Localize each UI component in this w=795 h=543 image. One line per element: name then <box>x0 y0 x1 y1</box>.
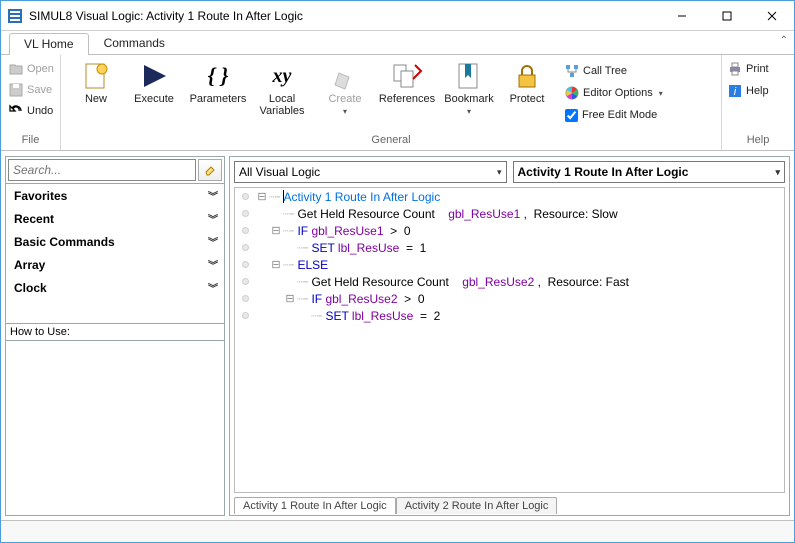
bookmark-button[interactable]: Bookmark▾ <box>440 57 498 117</box>
execute-button[interactable]: Execute <box>125 57 183 105</box>
category-clock[interactable]: Clock︾ <box>6 276 224 299</box>
statusbar <box>1 520 794 542</box>
how-to-use-header: How to Use: <box>6 324 224 341</box>
print-button[interactable]: Print <box>728 59 769 79</box>
chevron-down-icon: ▾ <box>497 167 502 178</box>
titlebar: SIMUL8 Visual Logic: Activity 1 Route In… <box>1 1 794 31</box>
code-editor[interactable]: ⊟┈╴Activity 1 Route In After Logic ┈╴Get… <box>234 187 785 493</box>
undo-button[interactable]: Undo <box>7 101 55 121</box>
logic-combo[interactable]: Activity 1 Route In After Logic ▾ <box>513 161 786 183</box>
editor-panel: All Visual Logic ▾ Activity 1 Route In A… <box>229 156 790 516</box>
collapse-icon[interactable]: ⊟ <box>283 292 297 305</box>
references-button[interactable]: References <box>374 57 440 105</box>
parameters-button[interactable]: { } Parameters <box>183 57 253 105</box>
app-window: SIMUL8 Visual Logic: Activity 1 Route In… <box>0 0 795 543</box>
protect-button[interactable]: Protect <box>498 57 556 105</box>
eraser-icon <box>203 163 217 177</box>
expand-icon: ︾ <box>208 280 216 295</box>
save-button[interactable]: Save <box>7 80 54 100</box>
left-panel: Favorites︾ Recent︾ Basic Commands︾ Array… <box>5 156 225 516</box>
category-list[interactable]: Favorites︾ Recent︾ Basic Commands︾ Array… <box>6 184 224 324</box>
braces-icon: { } <box>202 61 234 91</box>
collapse-icon[interactable]: ⊟ <box>269 258 283 271</box>
chevron-down-icon: ▾ <box>343 107 347 116</box>
ribbon-collapse-icon[interactable]: ⌃ <box>780 35 788 46</box>
info-icon: i <box>728 84 742 98</box>
help-button[interactable]: i Help <box>728 81 769 101</box>
chevron-down-icon: ▾ <box>467 107 471 116</box>
chevron-down-icon: ▾ <box>659 89 663 98</box>
ribbon: Open Save Undo File New <box>1 55 794 151</box>
group-caption-help: Help <box>722 134 794 150</box>
open-button[interactable]: Open <box>7 59 56 79</box>
code-header: Activity 1 Route In After Logic <box>283 190 440 204</box>
ribbon-group-file: Open Save Undo File <box>1 55 61 150</box>
collapse-icon[interactable]: ⊟ <box>269 224 283 237</box>
maximize-button[interactable] <box>704 1 749 30</box>
play-icon <box>138 61 170 91</box>
chevron-down-icon: ▾ <box>775 167 780 178</box>
bookmark-icon <box>453 61 485 91</box>
expand-icon: ︾ <box>208 188 216 203</box>
undo-icon <box>9 104 23 118</box>
main-area: Favorites︾ Recent︾ Basic Commands︾ Array… <box>1 151 794 520</box>
window-title: SIMUL8 Visual Logic: Activity 1 Route In… <box>29 9 659 23</box>
group-caption-file: File <box>1 134 60 150</box>
xy-icon: xy <box>266 61 298 91</box>
create-button[interactable]: Create▾ <box>316 57 374 117</box>
category-recent[interactable]: Recent︾ <box>6 207 224 230</box>
local-variables-button[interactable]: xy Local Variables <box>253 57 311 117</box>
expand-icon: ︾ <box>208 234 216 249</box>
collapse-icon[interactable]: ⊟ <box>255 190 269 203</box>
pencil-icon <box>329 61 361 91</box>
scope-combo[interactable]: All Visual Logic ▾ <box>234 161 507 183</box>
editor-options-column: Call Tree Editor Options ▾ Free Edit Mod… <box>561 57 669 125</box>
search-clear-button[interactable] <box>198 159 222 181</box>
color-wheel-icon <box>565 86 579 100</box>
search-input[interactable] <box>8 159 196 181</box>
minimize-button[interactable] <box>659 1 704 30</box>
group-caption-general: General <box>61 134 721 150</box>
new-button[interactable]: New <box>67 57 125 105</box>
tree-icon <box>565 64 579 78</box>
category-favorites[interactable]: Favorites︾ <box>6 184 224 207</box>
printer-icon <box>728 62 742 76</box>
expand-icon: ︾ <box>208 211 216 226</box>
tab-vl-home[interactable]: VL Home <box>9 33 89 55</box>
close-button[interactable] <box>749 1 794 30</box>
app-icon <box>7 8 23 24</box>
expand-icon: ︾ <box>208 257 216 272</box>
editor-tab-activity-2[interactable]: Activity 2 Route In After Logic <box>396 497 558 514</box>
new-doc-icon <box>80 61 112 91</box>
save-icon <box>9 83 23 97</box>
editor-bottom-tabs: Activity 1 Route In After Logic Activity… <box>230 493 789 515</box>
search-row <box>6 157 224 184</box>
editor-tab-activity-1[interactable]: Activity 1 Route In After Logic <box>234 497 396 514</box>
references-icon <box>391 61 423 91</box>
ribbon-group-general: New Execute { } Parameters xy Local Vari… <box>61 55 722 150</box>
combo-row: All Visual Logic ▾ Activity 1 Route In A… <box>230 157 789 187</box>
category-array[interactable]: Array︾ <box>6 253 224 276</box>
free-edit-mode-checkbox[interactable]: Free Edit Mode <box>565 105 663 125</box>
call-tree-button[interactable]: Call Tree <box>565 61 663 81</box>
lock-icon <box>511 61 543 91</box>
folder-open-icon <box>9 62 23 76</box>
how-to-use-body <box>6 341 224 515</box>
editor-options-button[interactable]: Editor Options ▾ <box>565 83 663 103</box>
ribbon-group-help: Print i Help Help <box>722 55 794 150</box>
category-basic-commands[interactable]: Basic Commands︾ <box>6 230 224 253</box>
free-edit-checkbox-input[interactable] <box>565 109 578 122</box>
tab-commands[interactable]: Commands <box>89 32 180 54</box>
ribbon-tabs: VL Home Commands ⌃ <box>1 31 794 55</box>
